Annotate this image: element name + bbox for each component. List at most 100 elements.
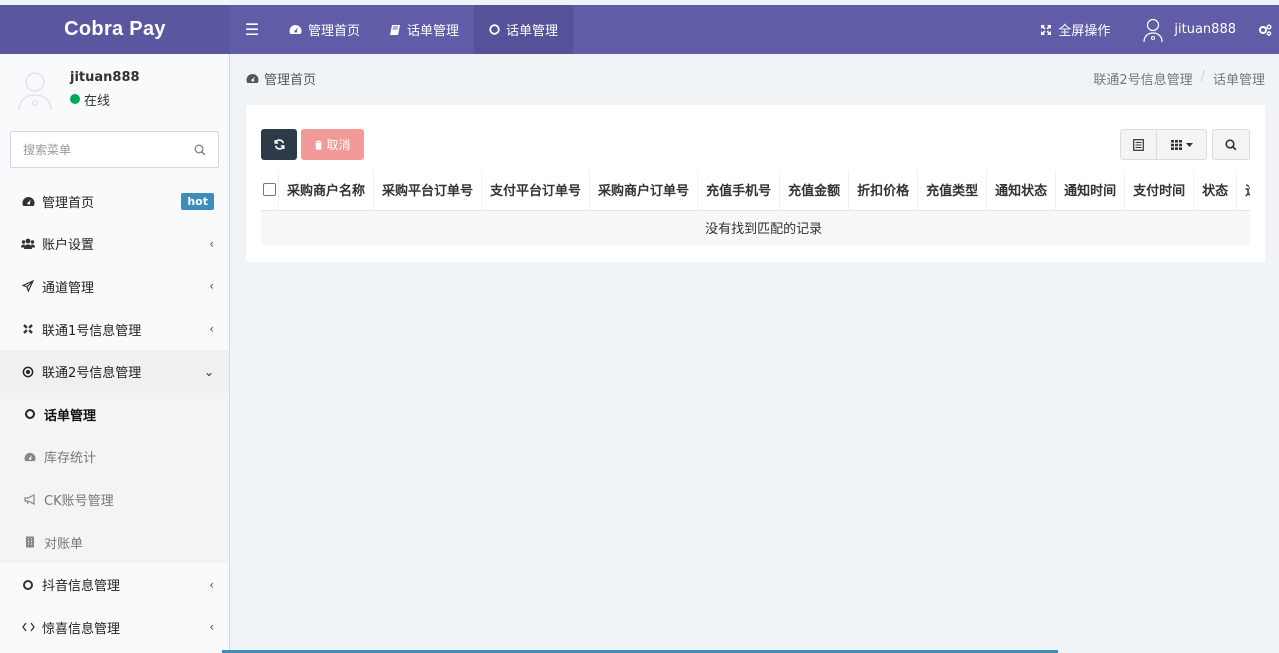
search-toggle-button[interactable] bbox=[1212, 129, 1250, 160]
paper-plane-icon bbox=[21, 280, 35, 293]
column-header[interactable]: 通知时间 bbox=[1055, 170, 1125, 211]
dashboard-icon bbox=[21, 196, 35, 207]
app-logo[interactable]: Cobra Pay bbox=[0, 5, 230, 54]
avatar bbox=[18, 72, 52, 111]
breadcrumb-item[interactable]: 联通2号信息管理 bbox=[1093, 69, 1192, 88]
column-header[interactable]: 充值金额 bbox=[779, 170, 849, 211]
cancel-button[interactable]: 取消 bbox=[301, 129, 364, 160]
sidebar-item-label: 账户设置 bbox=[42, 238, 95, 254]
sidebar-item-label: 联通1号信息管理 bbox=[42, 323, 142, 339]
user-status: 在线 bbox=[70, 90, 140, 109]
empty-message: 没有找到匹配的记录 bbox=[261, 210, 1250, 245]
users-icon bbox=[21, 238, 35, 250]
tab-bill-management[interactable]: 话单管理 bbox=[375, 5, 474, 54]
sidebar-item-label: 库存统计 bbox=[44, 451, 97, 467]
breadcrumb-item: 话单管理 bbox=[1212, 73, 1265, 88]
user-panel: jituan888 在线 bbox=[0, 54, 229, 124]
column-header[interactable]: 支付平台订单号 bbox=[481, 170, 590, 211]
sidebar-menu: 管理首页 hot 账户设置 ‹ 通道管理 ‹ 联通1号信息管理 ‹ 联通2号信息… bbox=[0, 180, 229, 649]
column-header[interactable]: 状态 bbox=[1193, 170, 1237, 211]
sidebar-item-ck-accounts[interactable]: CK账号管理 bbox=[0, 478, 229, 521]
sidebar-item-label: 惊喜信息管理 bbox=[42, 621, 121, 637]
sidebar-item-label: CK账号管理 bbox=[44, 493, 114, 509]
gears-icon bbox=[1259, 24, 1272, 36]
dashboard-icon bbox=[289, 25, 302, 34]
sidebar-item-unicom1[interactable]: 联通1号信息管理 ‹ bbox=[0, 308, 229, 351]
sidebar-item-account-settings[interactable]: 账户设置 ‹ bbox=[0, 223, 229, 266]
user-name: jituan888 bbox=[70, 69, 140, 85]
column-header[interactable]: 折扣价格 bbox=[848, 170, 918, 211]
search-icon[interactable] bbox=[194, 144, 206, 156]
bullhorn-icon bbox=[24, 493, 36, 505]
refresh-button[interactable] bbox=[261, 129, 297, 160]
trash-icon bbox=[315, 140, 323, 150]
hot-badge: hot bbox=[181, 192, 214, 210]
main-content: 管理首页 联通2号信息管理 / 话单管理 取消 采购商户名称 采购平台订单号 支… bbox=[231, 54, 1279, 653]
table-row: 没有找到匹配的记录 bbox=[261, 210, 1250, 245]
chevron-left-icon: ‹ bbox=[209, 322, 214, 337]
table-toolbar: 取消 bbox=[261, 129, 1250, 160]
sidebar-item-channel-management[interactable]: 通道管理 ‹ bbox=[0, 265, 229, 308]
chevron-left-icon: ‹ bbox=[209, 620, 214, 635]
content-header: 管理首页 联通2号信息管理 / 话单管理 bbox=[231, 54, 1279, 103]
toolbar-right bbox=[1120, 129, 1250, 160]
table-header-row: 采购商户名称 采购平台订单号 支付平台订单号 采购商户订单号 充值手机号 充值金… bbox=[261, 170, 1250, 211]
hamburger-icon: ☰ bbox=[244, 20, 260, 39]
dashboard-icon bbox=[246, 74, 259, 83]
sidebar-item-inventory-stats[interactable]: 库存统计 bbox=[0, 436, 229, 479]
column-header[interactable]: 采购商户订单号 bbox=[589, 170, 698, 211]
sidebar-item-label: 抖音信息管理 bbox=[42, 579, 121, 595]
sidebar-item-statement[interactable]: 对账单 bbox=[0, 521, 229, 564]
settings-button[interactable] bbox=[1250, 5, 1279, 54]
sidebar-item-surprise[interactable]: 惊喜信息管理 ‹ bbox=[0, 606, 229, 649]
submenu-unicom2: 话单管理 库存统计 CK账号管理 对账单 bbox=[0, 392, 229, 564]
sidebar-item-bill-management[interactable]: 话单管理 bbox=[0, 393, 229, 436]
dot-circle-icon bbox=[21, 366, 35, 378]
select-all-checkbox[interactable] bbox=[263, 183, 276, 197]
select-all-cell bbox=[261, 170, 279, 211]
sidebar-item-unicom2[interactable]: 联通2号信息管理 ⌄ bbox=[0, 350, 229, 393]
view-button-group bbox=[1120, 129, 1207, 160]
tab-label: 管理首页 bbox=[308, 24, 361, 39]
user-menu[interactable]: jituan888 bbox=[1123, 5, 1250, 54]
sidebar-item-label: 话单管理 bbox=[44, 408, 97, 424]
column-header[interactable]: 运 bbox=[1236, 170, 1250, 211]
sidebar-item-douyin[interactable]: 抖音信息管理 ‹ bbox=[0, 563, 229, 606]
tab-dashboard[interactable]: 管理首页 bbox=[274, 5, 375, 54]
user-info: jituan888 在线 bbox=[70, 70, 140, 109]
columns-dropdown-button[interactable] bbox=[1157, 129, 1207, 160]
code-icon bbox=[21, 622, 35, 632]
status-text: 在线 bbox=[84, 93, 111, 109]
column-header[interactable]: 充值类型 bbox=[917, 170, 987, 211]
sidebar-item-label: 通道管理 bbox=[42, 280, 95, 296]
column-header[interactable]: 通知状态 bbox=[986, 170, 1056, 211]
menu-search-input[interactable] bbox=[23, 142, 194, 157]
fullscreen-button[interactable]: 全屏操作 bbox=[1027, 5, 1123, 54]
column-header[interactable]: 采购商户名称 bbox=[277, 170, 374, 211]
top-navbar: Cobra Pay ☰ 管理首页 话单管理 话单管理 全屏操作 jituan88… bbox=[0, 5, 1279, 54]
tab-bill-management-active[interactable]: 话单管理 bbox=[474, 5, 574, 54]
sidebar-item-label: 管理首页 bbox=[42, 195, 95, 211]
refresh-icon bbox=[274, 139, 284, 150]
sidebar: jituan888 在线 管理首页 hot 账户设置 ‹ 通道管理 ‹ bbox=[0, 54, 230, 653]
column-header[interactable]: 充值手机号 bbox=[697, 170, 780, 211]
column-header[interactable]: 采购平台订单号 bbox=[373, 170, 482, 211]
sidebar-toggle-button[interactable]: ☰ bbox=[230, 5, 274, 54]
caret-down-icon bbox=[1185, 142, 1193, 147]
sidebar-item-label: 对账单 bbox=[44, 536, 84, 552]
fullscreen-label: 全屏操作 bbox=[1058, 24, 1111, 39]
sidebar-item-dashboard[interactable]: 管理首页 hot bbox=[0, 180, 229, 223]
user-name: jituan888 bbox=[1174, 22, 1236, 37]
tab-label: 话单管理 bbox=[506, 24, 559, 39]
online-dot-icon bbox=[70, 94, 80, 104]
chevron-left-icon: ‹ bbox=[209, 577, 214, 592]
toggle-view-button[interactable] bbox=[1120, 129, 1157, 160]
building-icon bbox=[24, 536, 36, 548]
grid-icon bbox=[1170, 139, 1182, 150]
column-header[interactable]: 支付时间 bbox=[1124, 170, 1194, 211]
search-icon bbox=[1225, 138, 1237, 150]
chevron-left-icon: ‹ bbox=[209, 236, 214, 251]
joomla-icon bbox=[21, 323, 35, 335]
page-title-text: 管理首页 bbox=[264, 73, 317, 88]
page-title: 管理首页 bbox=[246, 69, 316, 88]
